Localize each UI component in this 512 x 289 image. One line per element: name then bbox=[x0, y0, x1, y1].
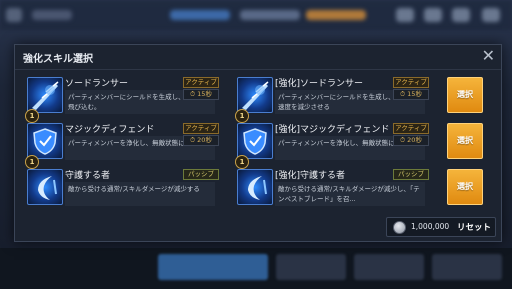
skill-name: [強化]ソードランサー bbox=[275, 79, 364, 89]
skill-description: 敵から受ける通常/スキルダメージが減少し、「テンペストブレード」を召... bbox=[275, 182, 425, 206]
skill-level-badge: 1 bbox=[25, 155, 39, 169]
skill-card: 1 ソードランサー パーティメンバーにシールドを生成し、敵陣へと飛び込む。 アク… bbox=[25, 77, 223, 123]
skill-type-tag: アクティブ bbox=[183, 123, 219, 134]
top-bar-blur-element bbox=[306, 10, 366, 20]
top-bar-blur-element bbox=[452, 8, 470, 22]
skill-card: [強化]守護する者 敵から受ける通常/スキルダメージが減少し、「テンペストブレー… bbox=[237, 169, 433, 209]
reset-label: リセット bbox=[457, 223, 492, 233]
shield-icon bbox=[237, 123, 273, 159]
skill-type-tag: アクティブ bbox=[393, 123, 429, 134]
top-bar-blur-element bbox=[32, 10, 72, 20]
skill-level-badge: 1 bbox=[235, 155, 249, 169]
shield-icon bbox=[27, 123, 63, 159]
skill-type-tag: パッシブ bbox=[183, 169, 219, 180]
skill-level-badge: 1 bbox=[235, 109, 249, 123]
cooldown-value: 20秒 bbox=[407, 136, 422, 144]
skill-name: ソードランサー bbox=[65, 79, 129, 89]
skill-card: 1 [強化]マジックディフェンド パーティメンバーを浄化し、無敵状態にする。 ア… bbox=[235, 123, 433, 169]
sword-dash-icon bbox=[27, 77, 63, 113]
skill-type-tag: アクティブ bbox=[393, 77, 429, 88]
skill-card: 1 [強化]ソードランサー パーティメンバーにシールドを生成し、敵の攻撃速度を減… bbox=[235, 77, 433, 123]
select-button[interactable]: 選択 bbox=[447, 123, 483, 159]
cooldown-value: 15秒 bbox=[407, 90, 422, 98]
top-bar-blur-element bbox=[482, 8, 500, 22]
skill-card: 守護する者 敵から受ける通常/スキルダメージが減少する パッシブ bbox=[27, 169, 223, 209]
cooldown-label: ⏱ 15秒 bbox=[183, 89, 219, 100]
silver-coin-icon bbox=[393, 221, 406, 234]
cooldown-value: 15秒 bbox=[197, 90, 212, 98]
skill-select-dialog: 強化スキル選択 ✕ 1 ソードランサー パーティメンバーにシールドを生成し、敵陣… bbox=[14, 44, 502, 242]
reset-cost: 1,000,000 bbox=[411, 222, 450, 231]
skill-card: 1 マジックディフェンド パーティメンバーを浄化し、無敵状態にする。 アクティブ… bbox=[25, 123, 223, 169]
skill-description: 敵から受ける通常/スキルダメージが減少する bbox=[65, 182, 215, 206]
bottom-blur-button bbox=[354, 254, 424, 280]
cooldown-value: 20秒 bbox=[197, 136, 212, 144]
bottom-blur-button bbox=[276, 254, 346, 280]
skill-name: 守護する者 bbox=[65, 171, 111, 181]
dialog-title: 強化スキル選択 bbox=[23, 54, 93, 65]
cooldown-label: ⏱ 20秒 bbox=[183, 135, 219, 146]
skill-type-tag: アクティブ bbox=[183, 77, 219, 88]
guardian-icon bbox=[27, 169, 63, 205]
close-icon[interactable]: ✕ bbox=[482, 46, 495, 66]
sword-dash-icon bbox=[237, 77, 273, 113]
top-bar-blur-element bbox=[424, 8, 442, 22]
bottom-blur-button bbox=[432, 254, 502, 280]
skill-level-badge: 1 bbox=[25, 109, 39, 123]
top-bar-blur-element bbox=[240, 10, 300, 20]
bottom-blur-button bbox=[158, 254, 268, 280]
title-divider bbox=[15, 69, 501, 70]
skill-name: [強化]守護する者 bbox=[275, 171, 346, 181]
select-button[interactable]: 選択 bbox=[447, 77, 483, 113]
top-bar-blur-element bbox=[396, 8, 414, 22]
cooldown-label: ⏱ 20秒 bbox=[393, 135, 429, 146]
guardian-icon bbox=[237, 169, 273, 205]
skill-name: [強化]マジックディフェンド bbox=[275, 125, 390, 135]
top-bar-blur-element bbox=[6, 8, 22, 22]
skill-name: マジックディフェンド bbox=[65, 125, 155, 135]
skill-type-tag: パッシブ bbox=[393, 169, 429, 180]
reset-button[interactable]: 1,000,000 リセット bbox=[386, 217, 496, 237]
cooldown-label: ⏱ 15秒 bbox=[393, 89, 429, 100]
select-button[interactable]: 選択 bbox=[447, 169, 483, 205]
top-bar-blur-element bbox=[170, 10, 230, 20]
